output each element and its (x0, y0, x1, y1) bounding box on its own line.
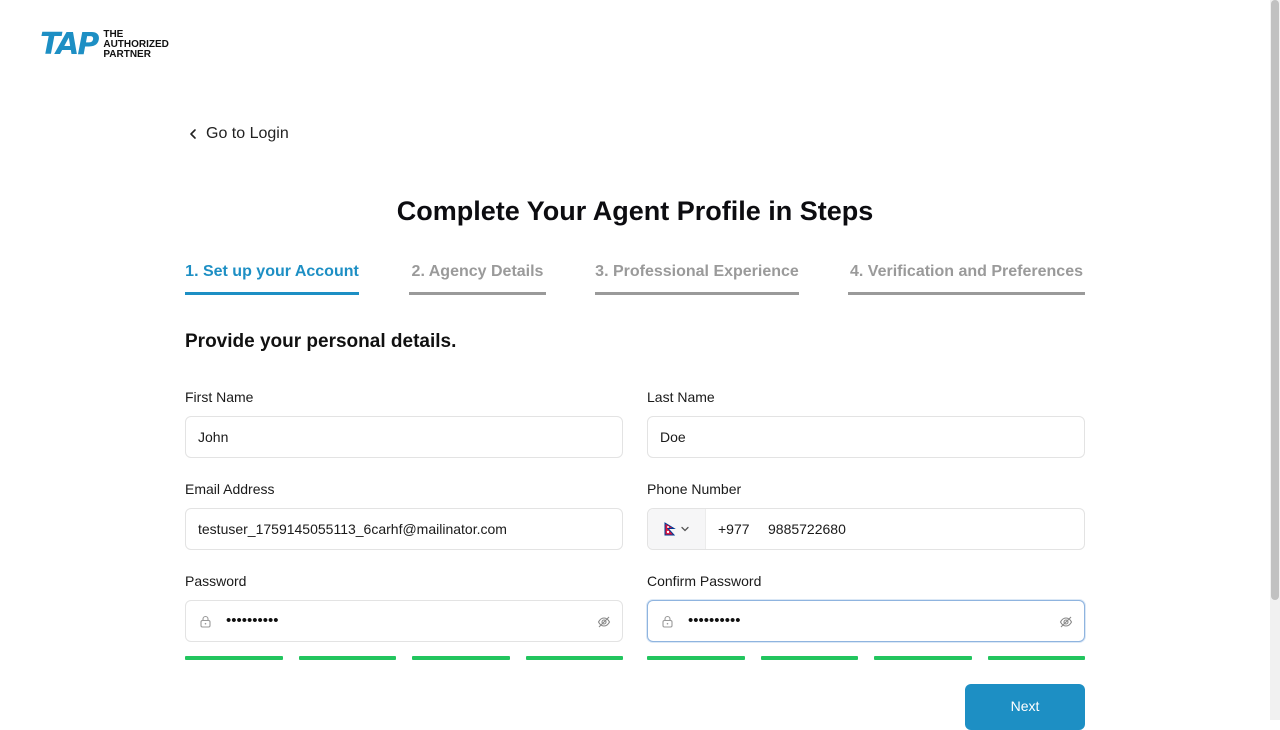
first-name-value: John (198, 429, 229, 445)
strength-segment (761, 656, 858, 660)
go-to-login-label: Go to Login (206, 125, 289, 142)
phone-label: Phone Number (647, 481, 742, 497)
strength-segment (988, 656, 1085, 660)
logo-wordmark: THE AUTHORIZED PARTNER (103, 30, 169, 60)
strength-segment (526, 656, 623, 660)
step-professional-experience[interactable]: 3. Professional Experience (595, 262, 799, 295)
step-label: 4. Verification and Preferences (850, 263, 1083, 280)
chevron-down-icon (680, 526, 689, 532)
last-name-input[interactable]: Doe (647, 416, 1085, 458)
eye-off-icon[interactable] (597, 615, 611, 629)
scrollbar-track[interactable] (1270, 0, 1280, 720)
phone-input[interactable]: +977 9885722680 (647, 508, 1085, 550)
section-title: Provide your personal details. (185, 331, 457, 352)
step-account[interactable]: 1. Set up your Account (185, 262, 359, 295)
password-input[interactable]: •••••••••• (185, 600, 623, 642)
logo-line-3: PARTNER (103, 49, 151, 60)
password-label: Password (185, 573, 247, 589)
lock-icon (200, 615, 211, 628)
lock-icon (662, 615, 673, 628)
last-name-label: Last Name (647, 389, 715, 405)
dial-code: +977 (718, 521, 750, 537)
step-label: 1. Set up your Account (185, 263, 359, 280)
confirm-password-label: Confirm Password (647, 573, 762, 589)
strength-segment (412, 656, 510, 660)
email-value: testuser_1759145055113_6carhf@mailinator… (198, 521, 507, 537)
scrollbar-thumb[interactable] (1271, 0, 1279, 600)
last-name-value: Doe (660, 429, 686, 445)
email-label: Email Address (185, 481, 275, 497)
password-masked-value: •••••••••• (226, 612, 279, 629)
step-verification-preferences[interactable]: 4. Verification and Preferences (848, 262, 1085, 295)
brand-logo: TAP THE AUTHORIZED PARTNER (40, 29, 169, 61)
strength-segment (874, 656, 972, 660)
country-code-select[interactable] (648, 509, 706, 549)
chevron-left-icon (190, 129, 196, 139)
email-input[interactable]: testuser_1759145055113_6carhf@mailinator… (185, 508, 623, 550)
step-label: 2. Agency Details (411, 263, 544, 280)
go-to-login-link[interactable]: Go to Login (186, 123, 289, 145)
phone-value: 9885722680 (768, 521, 846, 537)
nepal-flag-icon (664, 522, 676, 536)
strength-segment (299, 656, 396, 660)
eye-off-icon[interactable] (1059, 615, 1073, 629)
first-name-input[interactable]: John (185, 416, 623, 458)
logo-mark: TAP (40, 27, 99, 62)
step-label: 3. Professional Experience (595, 263, 799, 280)
strength-segment (647, 656, 745, 660)
confirm-password-masked-value: •••••••••• (688, 612, 741, 629)
first-name-label: First Name (185, 389, 254, 405)
strength-segment (185, 656, 283, 660)
next-button[interactable]: Next (965, 684, 1085, 730)
step-agency-details[interactable]: 2. Agency Details (409, 262, 546, 295)
confirm-password-input[interactable]: •••••••••• (647, 600, 1085, 642)
page-title: Complete Your Agent Profile in Steps (396, 196, 874, 226)
